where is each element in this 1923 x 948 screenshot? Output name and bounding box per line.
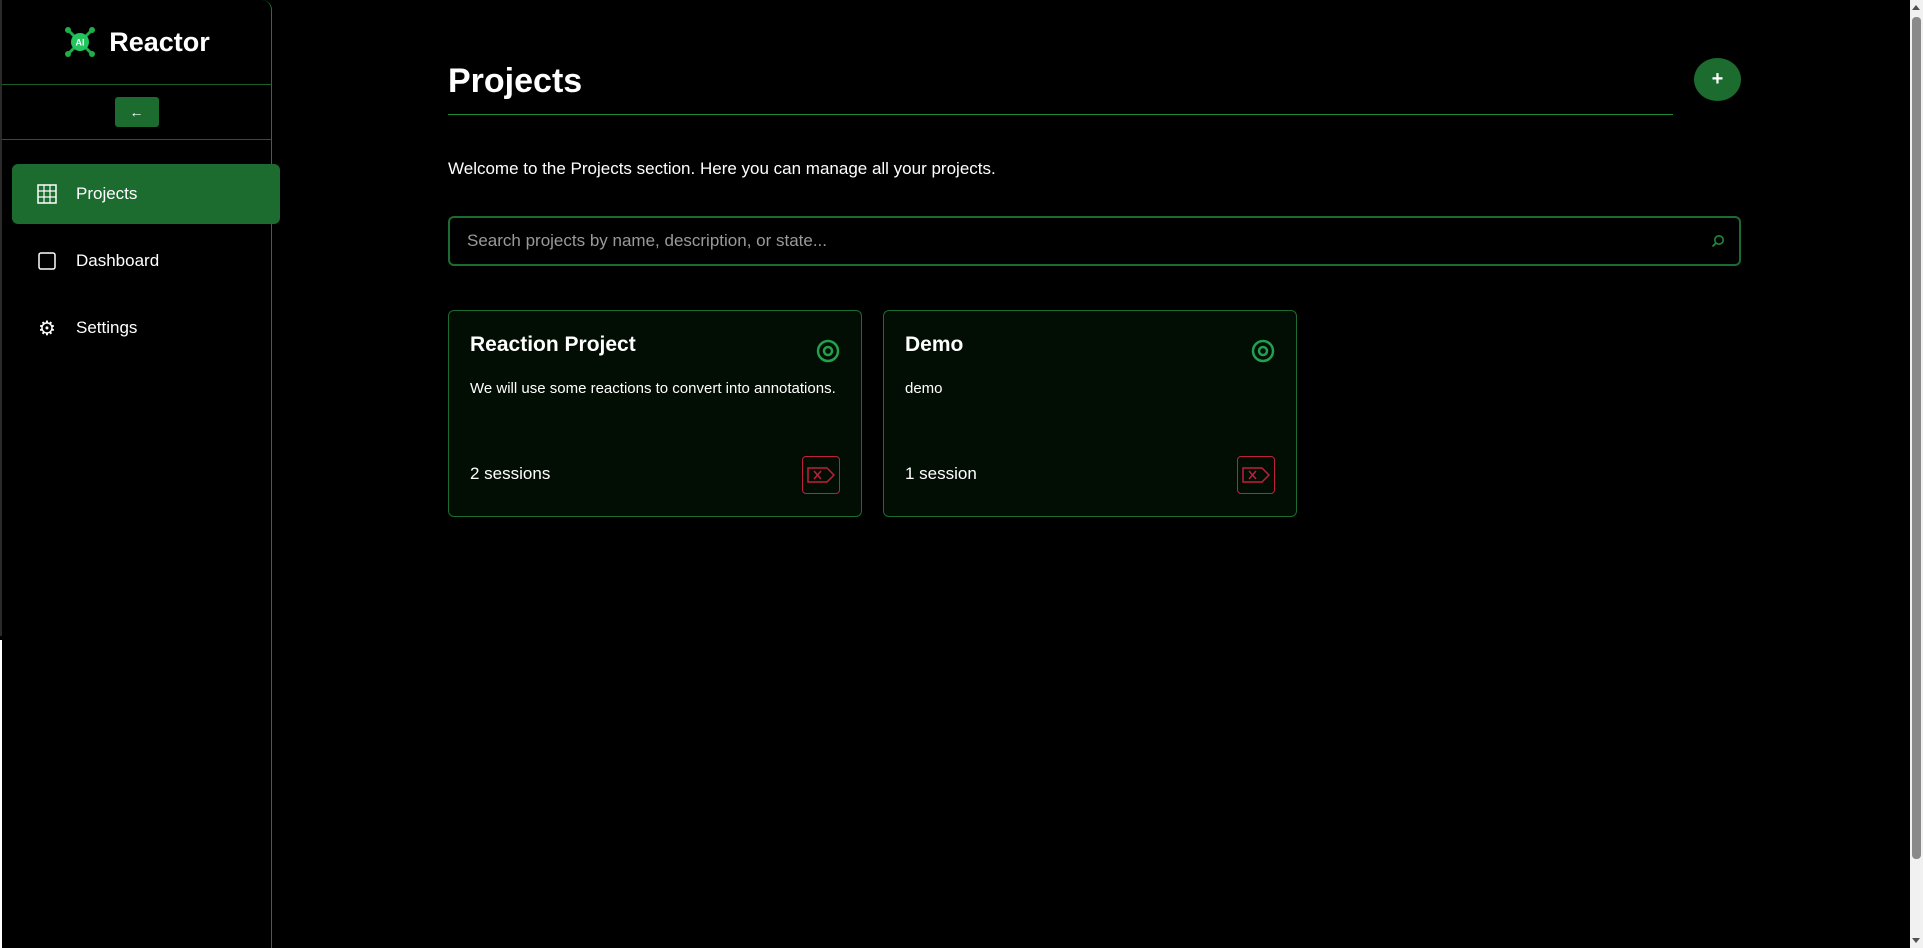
project-name: Reaction Project (470, 333, 636, 356)
scroll-up-icon[interactable] (1912, 5, 1920, 10)
title-divider (448, 114, 1673, 115)
scroll-thumb[interactable] (1912, 17, 1921, 859)
sidebar-item-dashboard[interactable]: Dashboard (12, 231, 280, 291)
page-title: Projects (448, 62, 583, 100)
square-icon (36, 250, 58, 272)
main-content: Projects + Welcome to the Projects secti… (448, 0, 1741, 517)
sidebar-item-label: Settings (76, 318, 138, 337)
sidebar-nav: Projects Dashboard ⚙ Settings (2, 140, 280, 358)
intro-text: Welcome to the Projects section. Here yo… (448, 159, 996, 178)
target-icon (816, 339, 840, 363)
vertical-scrollbar[interactable] (1910, 0, 1923, 948)
backspace-icon (1242, 467, 1270, 483)
collapse-sidebar-button[interactable]: ← (114, 97, 159, 127)
viewport: AI Reactor ← Projects Dashboard ⚙ Settin… (0, 0, 1923, 948)
logo-text: AI (76, 38, 85, 48)
delete-project-button[interactable] (1237, 456, 1275, 494)
project-cards: Reaction Project We will use some reacti… (448, 310, 1297, 517)
scroll-down-icon[interactable] (1912, 938, 1920, 943)
project-name: Demo (905, 333, 964, 356)
collapse-row: ← (2, 85, 271, 140)
project-sessions: 2 sessions (470, 464, 551, 483)
delete-project-button[interactable] (802, 456, 840, 494)
project-sessions: 1 session (905, 464, 977, 483)
project-card[interactable]: Demo demo 1 session (883, 310, 1297, 517)
project-card[interactable]: Reaction Project We will use some reacti… (448, 310, 862, 517)
sidebar-item-label: Projects (76, 184, 138, 203)
target-icon (1251, 339, 1275, 363)
project-description: demo (905, 380, 943, 397)
sidebar-item-label: Dashboard (76, 251, 160, 270)
app-title: Reactor (109, 26, 210, 57)
sidebar-item-projects[interactable]: Projects (12, 164, 280, 224)
sidebar-item-settings[interactable]: ⚙ Settings (12, 298, 280, 358)
backspace-icon (807, 467, 835, 483)
gear-icon: ⚙ (38, 317, 56, 340)
sidebar: AI Reactor ← Projects Dashboard ⚙ Settin… (2, 0, 280, 948)
add-project-button[interactable]: + (1694, 58, 1741, 101)
logo-svg: AI (65, 27, 96, 57)
project-description: We will use some reactions to convert in… (470, 380, 836, 397)
app-logo-icon: AI (63, 25, 97, 59)
search-icon[interactable] (1703, 234, 1733, 248)
search-input[interactable] (450, 217, 1703, 265)
grid-icon (36, 183, 58, 205)
page-header: Projects + (448, 0, 1741, 116)
sidebar-header: AI Reactor (2, 0, 271, 85)
search-box (448, 216, 1741, 266)
